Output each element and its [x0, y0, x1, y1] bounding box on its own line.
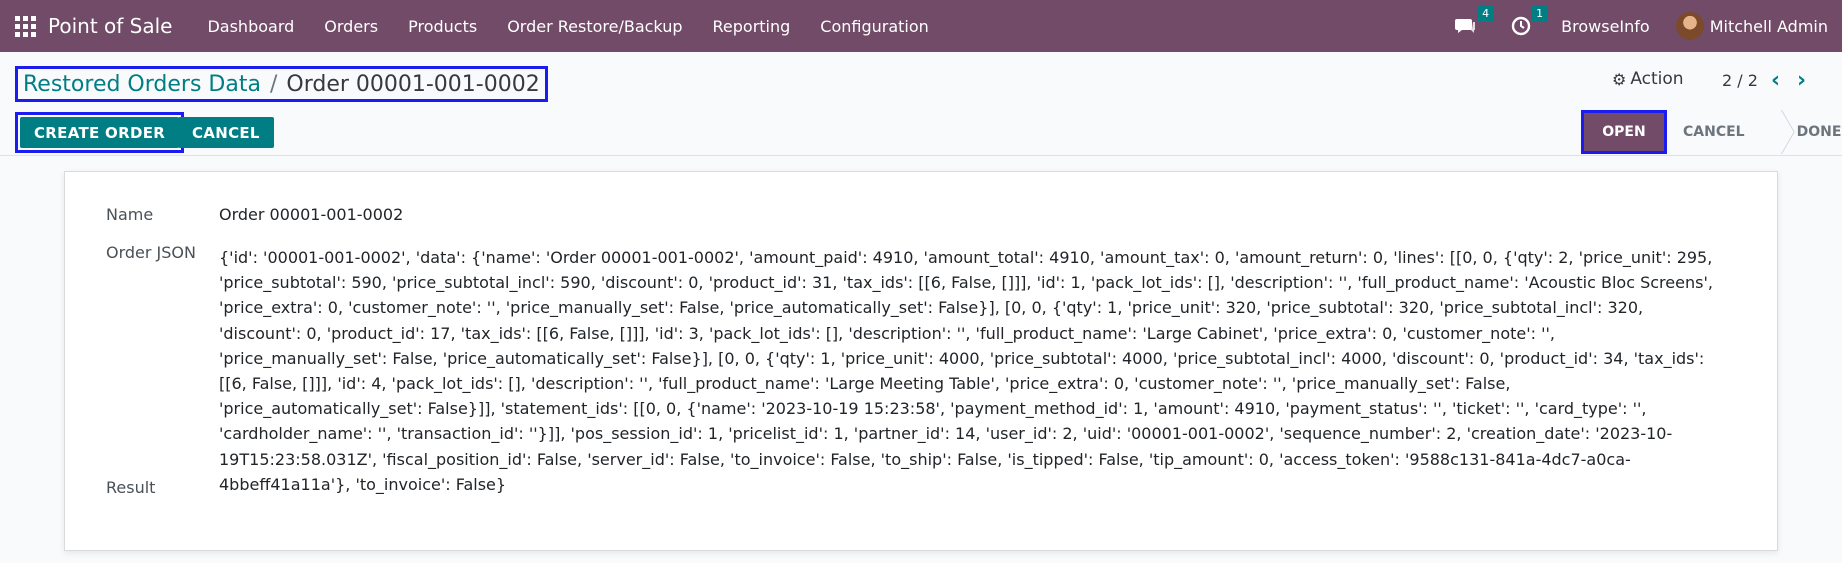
create-order-button[interactable]: CREATE ORDER [20, 117, 180, 148]
messages-count-badge: 4 [1477, 6, 1495, 21]
chat-bubble-icon [1455, 19, 1476, 33]
gear-icon: ⚙ [1612, 69, 1627, 89]
menu-orders[interactable]: Orders [309, 17, 393, 36]
menu-reporting[interactable]: Reporting [698, 17, 806, 36]
apps-grid-icon[interactable] [14, 15, 36, 37]
result-label: Result [106, 478, 156, 497]
stage-open[interactable]: OPEN [1581, 110, 1667, 154]
menu-configuration[interactable]: Configuration [805, 17, 944, 36]
name-label: Name [106, 205, 154, 224]
chevron-left-icon[interactable]: ‹ [1771, 68, 1780, 93]
menu-order-restore-backup[interactable]: Order Restore/Backup [492, 17, 697, 36]
menu-dashboard[interactable]: Dashboard [192, 17, 309, 36]
top-navbar: Point of Sale Dashboard Orders Products … [0, 0, 1842, 52]
company-switcher[interactable]: BrowseInfo [1561, 17, 1650, 36]
action-label: Action [1630, 69, 1684, 89]
control-panel-divider [0, 155, 1842, 156]
action-menu-button[interactable]: ⚙ Action [1612, 69, 1684, 89]
stage-cancel[interactable]: CANCEL [1667, 124, 1759, 140]
order-json-field[interactable]: {'id': '00001-001-0002', 'data': {'name'… [219, 245, 1719, 497]
name-field[interactable]: Order 00001-001-0002 [219, 205, 403, 224]
breadcrumb-current: Order 00001-001-0002 [286, 71, 540, 97]
form-sheet: Name Order 00001-001-0002 Order JSON {'i… [64, 171, 1778, 551]
clock-icon [1511, 16, 1531, 36]
cancel-button[interactable]: CANCEL [178, 117, 274, 148]
pager-value[interactable]: 2 / 2 [1722, 71, 1758, 90]
stage-open-label: OPEN [1602, 124, 1646, 140]
breadcrumb: Restored Orders Data / Order 00001-001-0… [15, 66, 548, 102]
breadcrumb-parent-link[interactable]: Restored Orders Data [23, 72, 261, 97]
order-json-label: Order JSON [106, 243, 196, 262]
systray: 4 1 BrowseInfo Mitchell Admin [1455, 0, 1842, 52]
app-name[interactable]: Point of Sale [48, 14, 172, 38]
stage-divider [1759, 110, 1773, 154]
activities-button[interactable]: 1 [1511, 6, 1549, 36]
breadcrumb-separator: / [269, 71, 278, 97]
messages-button[interactable]: 4 [1455, 6, 1495, 36]
status-bar: OPEN CANCEL DONE [1581, 110, 1842, 154]
activities-count-badge: 1 [1531, 6, 1549, 21]
menu-products[interactable]: Products [393, 17, 492, 36]
user-name: Mitchell Admin [1709, 16, 1828, 36]
avatar [1675, 12, 1704, 40]
user-menu[interactable]: Mitchell Admin [1675, 12, 1828, 40]
chevron-right-icon[interactable]: › [1797, 68, 1806, 93]
create-order-highlight: CREATE ORDER [15, 112, 185, 153]
